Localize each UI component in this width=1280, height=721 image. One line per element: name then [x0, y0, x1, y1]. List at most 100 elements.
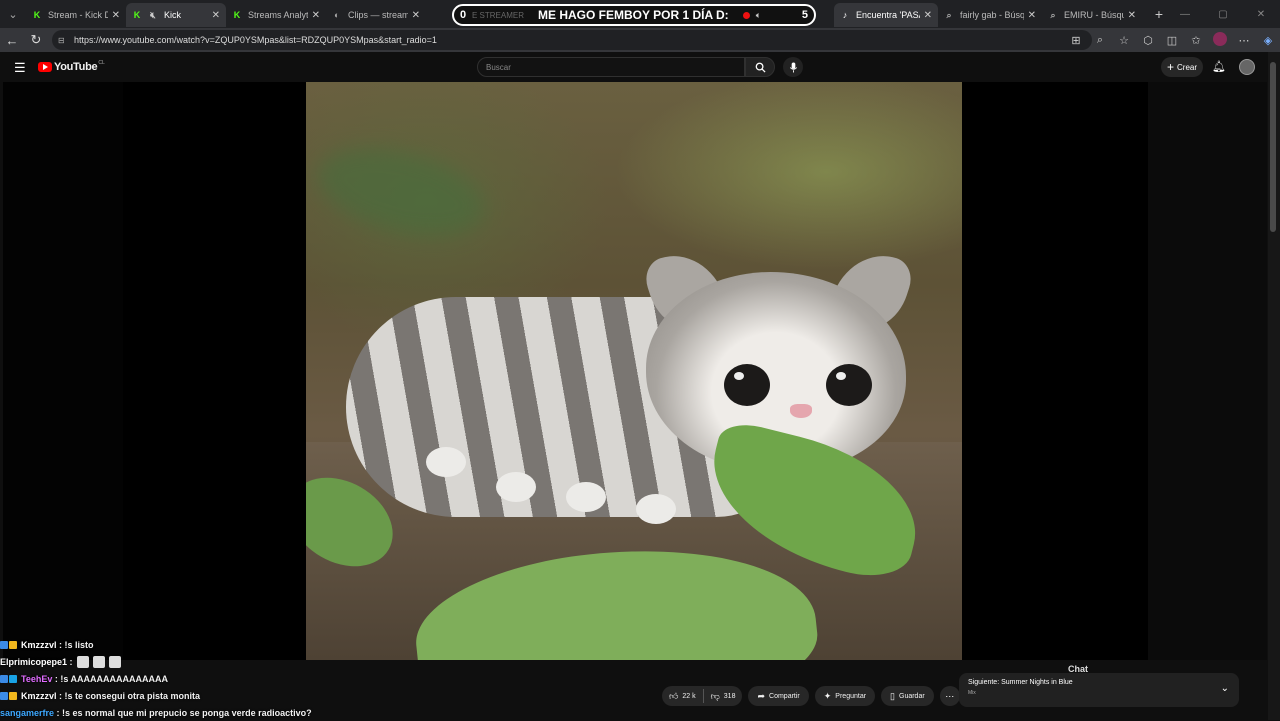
tab-streams-analytics[interactable]: K Streams Analytics ✕ [226, 3, 326, 27]
voice-search-button[interactable] [783, 57, 803, 77]
close-icon[interactable]: ✕ [112, 10, 120, 21]
window-controls: — ▢ ✕ [1166, 0, 1280, 28]
hamburger-menu-icon[interactable]: ☰ [14, 60, 26, 76]
scrollbar-thumb[interactable] [1270, 62, 1276, 232]
search-input[interactable]: Buscar [477, 57, 745, 77]
like-button[interactable]: 👍︎ 22 k [662, 686, 703, 706]
tab-kick-dashboard[interactable]: K Stream - Kick Dash ✕ [26, 3, 126, 27]
kitten-paw [636, 494, 676, 524]
chevron-down-icon[interactable]: ⌄ [1221, 683, 1229, 694]
player-right-panel [1148, 82, 1267, 660]
tab-kick[interactable]: K 🔇︎ Kick ✕ [126, 3, 226, 27]
video-frame[interactable] [306, 82, 962, 660]
url-text: https://www.youtube.com/watch?v=ZQUP0YSM… [74, 35, 437, 45]
kick-icon: K [233, 10, 241, 20]
close-icon[interactable]: ✕ [924, 10, 932, 21]
more-options-icon[interactable]: ⋯ [1232, 34, 1256, 47]
tab-clips[interactable]: ◐ Clips — streamer ✕ [326, 3, 426, 27]
player-left-shade [3, 82, 123, 660]
emote-icon [92, 655, 105, 668]
more-actions-icon[interactable]: ⋯ [939, 686, 960, 706]
chat-text: : !s es normal que mi prepucio se ponga … [56, 707, 312, 718]
zoom-icon[interactable]: ⌕ [1088, 34, 1112, 47]
site-info-icon[interactable]: ⊟ [58, 36, 68, 45]
badge-icon [9, 640, 17, 649]
chat-message: sangamerfre : !s es normal que mi prepuc… [0, 704, 350, 721]
emote-icon [108, 655, 121, 668]
chat-text: : [69, 656, 73, 667]
chat-username: sangamerfre [0, 707, 55, 718]
chat-username: TeehEv [21, 673, 53, 684]
maximize-icon[interactable]: ▢ [1204, 9, 1242, 20]
chat-username: Kmzzzvl [21, 690, 57, 701]
close-icon[interactable]: ✕ [412, 10, 420, 21]
dislike-button[interactable]: 👎︎ 318 [704, 686, 743, 706]
close-icon[interactable]: ✕ [1028, 10, 1036, 21]
share-icon: ➦ [757, 690, 766, 701]
close-icon[interactable]: ✕ [312, 10, 320, 21]
thumbs-down-icon: 👎︎ [710, 690, 720, 701]
address-bar[interactable]: ⊟ https://www.youtube.com/watch?v=ZQUP0Y… [52, 30, 1092, 50]
back-arrow-icon[interactable]: ← [0, 33, 24, 48]
save-button[interactable]: ▯ Guardar [881, 686, 934, 706]
kitten-paw [496, 472, 536, 502]
notifications-bell-icon[interactable]: 🔔︎ [1212, 60, 1226, 73]
muted-speaker-icon[interactable]: 🔇︎ [148, 10, 158, 20]
kitten-eye-left [724, 364, 770, 406]
plus-icon: + [1166, 60, 1174, 74]
browser-extensions: ⊞ ⌕ ☆ ⬡ ◫ ✩ ⋯ ◈ Chat [1064, 28, 1280, 674]
extension-icon[interactable]: ⬡ [1136, 34, 1160, 47]
up-next-card[interactable]: Siguiente: Summer Nights in Blue Mix ⌄ [959, 673, 1239, 707]
close-icon[interactable]: ✕ [1128, 10, 1136, 21]
video-actions: 👍︎ 22 k 👎︎ 318 ➦ Compartir ✦ Preguntar ▯ Guar… [662, 686, 960, 706]
background-leaf [307, 125, 495, 259]
reload-icon[interactable]: ↻ [24, 32, 48, 48]
youtube-play-icon [38, 62, 52, 72]
chat-username: Kmzzzvl [21, 639, 57, 650]
create-button[interactable]: + Crear [1161, 57, 1203, 77]
globe-icon: ◐ [334, 10, 340, 20]
tab-emiru[interactable]: ⌕ EMIRU - Búsqueda ✕ [1042, 3, 1142, 27]
account-avatar[interactable] [1239, 59, 1255, 75]
overlay-headline: ME HAGO FEMBOY POR 1 DÍA D: [538, 8, 729, 22]
minimize-icon[interactable]: — [1166, 9, 1204, 20]
badge-icon [0, 674, 8, 683]
kitten-nose [790, 404, 812, 418]
badge-icon [9, 691, 17, 700]
share-button[interactable]: ➦ Compartir [748, 686, 809, 706]
chat-text: : !s listo [59, 639, 94, 650]
close-window-icon[interactable]: ✕ [1242, 9, 1280, 20]
search-button[interactable] [745, 57, 775, 77]
close-icon[interactable]: ✕ [212, 10, 220, 21]
youtube-logo[interactable]: YouTube CL [38, 60, 105, 73]
star-icon[interactable]: ☆ [1112, 34, 1136, 47]
like-dislike-group: 👍︎ 22 k 👎︎ 318 [662, 686, 743, 706]
stream-chat-overlay: Kmzzzvl : !s listo Elprimicopepe1 : Teeh… [0, 636, 350, 721]
search-icon: ⌕ [1050, 10, 1056, 20]
copilot-icon[interactable]: ◈ [1256, 34, 1280, 47]
chat-text: : !s AAAAAAAAAAAAAAA [54, 673, 169, 684]
overlay-count-right: 5 [801, 9, 808, 21]
profile-avatar[interactable] [1208, 31, 1232, 49]
badge-icon [0, 640, 8, 649]
favorites-icon[interactable]: ✩ [1184, 34, 1208, 47]
browser-toolbar: ← ↻ ⊟ https://www.youtube.com/watch?v=ZQ… [0, 28, 1280, 674]
tab-tiktok[interactable]: ♪ Encuentra 'PASAN ✕ [834, 3, 938, 27]
record-dot-icon [742, 11, 750, 19]
tab-fairly-gab[interactable]: ⌕ fairly gab - Búsqueda ✕ [938, 3, 1042, 27]
tiktok-icon: ♪ [842, 10, 848, 20]
search-icon [755, 62, 766, 73]
microphone-icon [789, 61, 797, 73]
speaker-icon: 🔈︎ [755, 9, 762, 20]
split-screen-icon[interactable]: ◫ [1160, 34, 1184, 47]
apps-icon[interactable]: ⊞ [1064, 34, 1088, 47]
bookmark-icon: ▯ [890, 690, 895, 701]
tab-actions-menu[interactable]: ⌄ [0, 0, 26, 28]
up-next-subtitle: Mix [968, 690, 976, 696]
badge-icon [9, 674, 17, 683]
chat-message: Kmzzzvl : !s te consegui otra pista moni… [0, 687, 350, 704]
ask-button[interactable]: ✦ Preguntar [814, 686, 876, 706]
stream-title-overlay: 0 E STREAMER ME HAGO FEMBOY POR 1 DÍA D:… [452, 4, 816, 26]
badge-icon [0, 691, 8, 700]
kick-icon: K [33, 10, 41, 20]
